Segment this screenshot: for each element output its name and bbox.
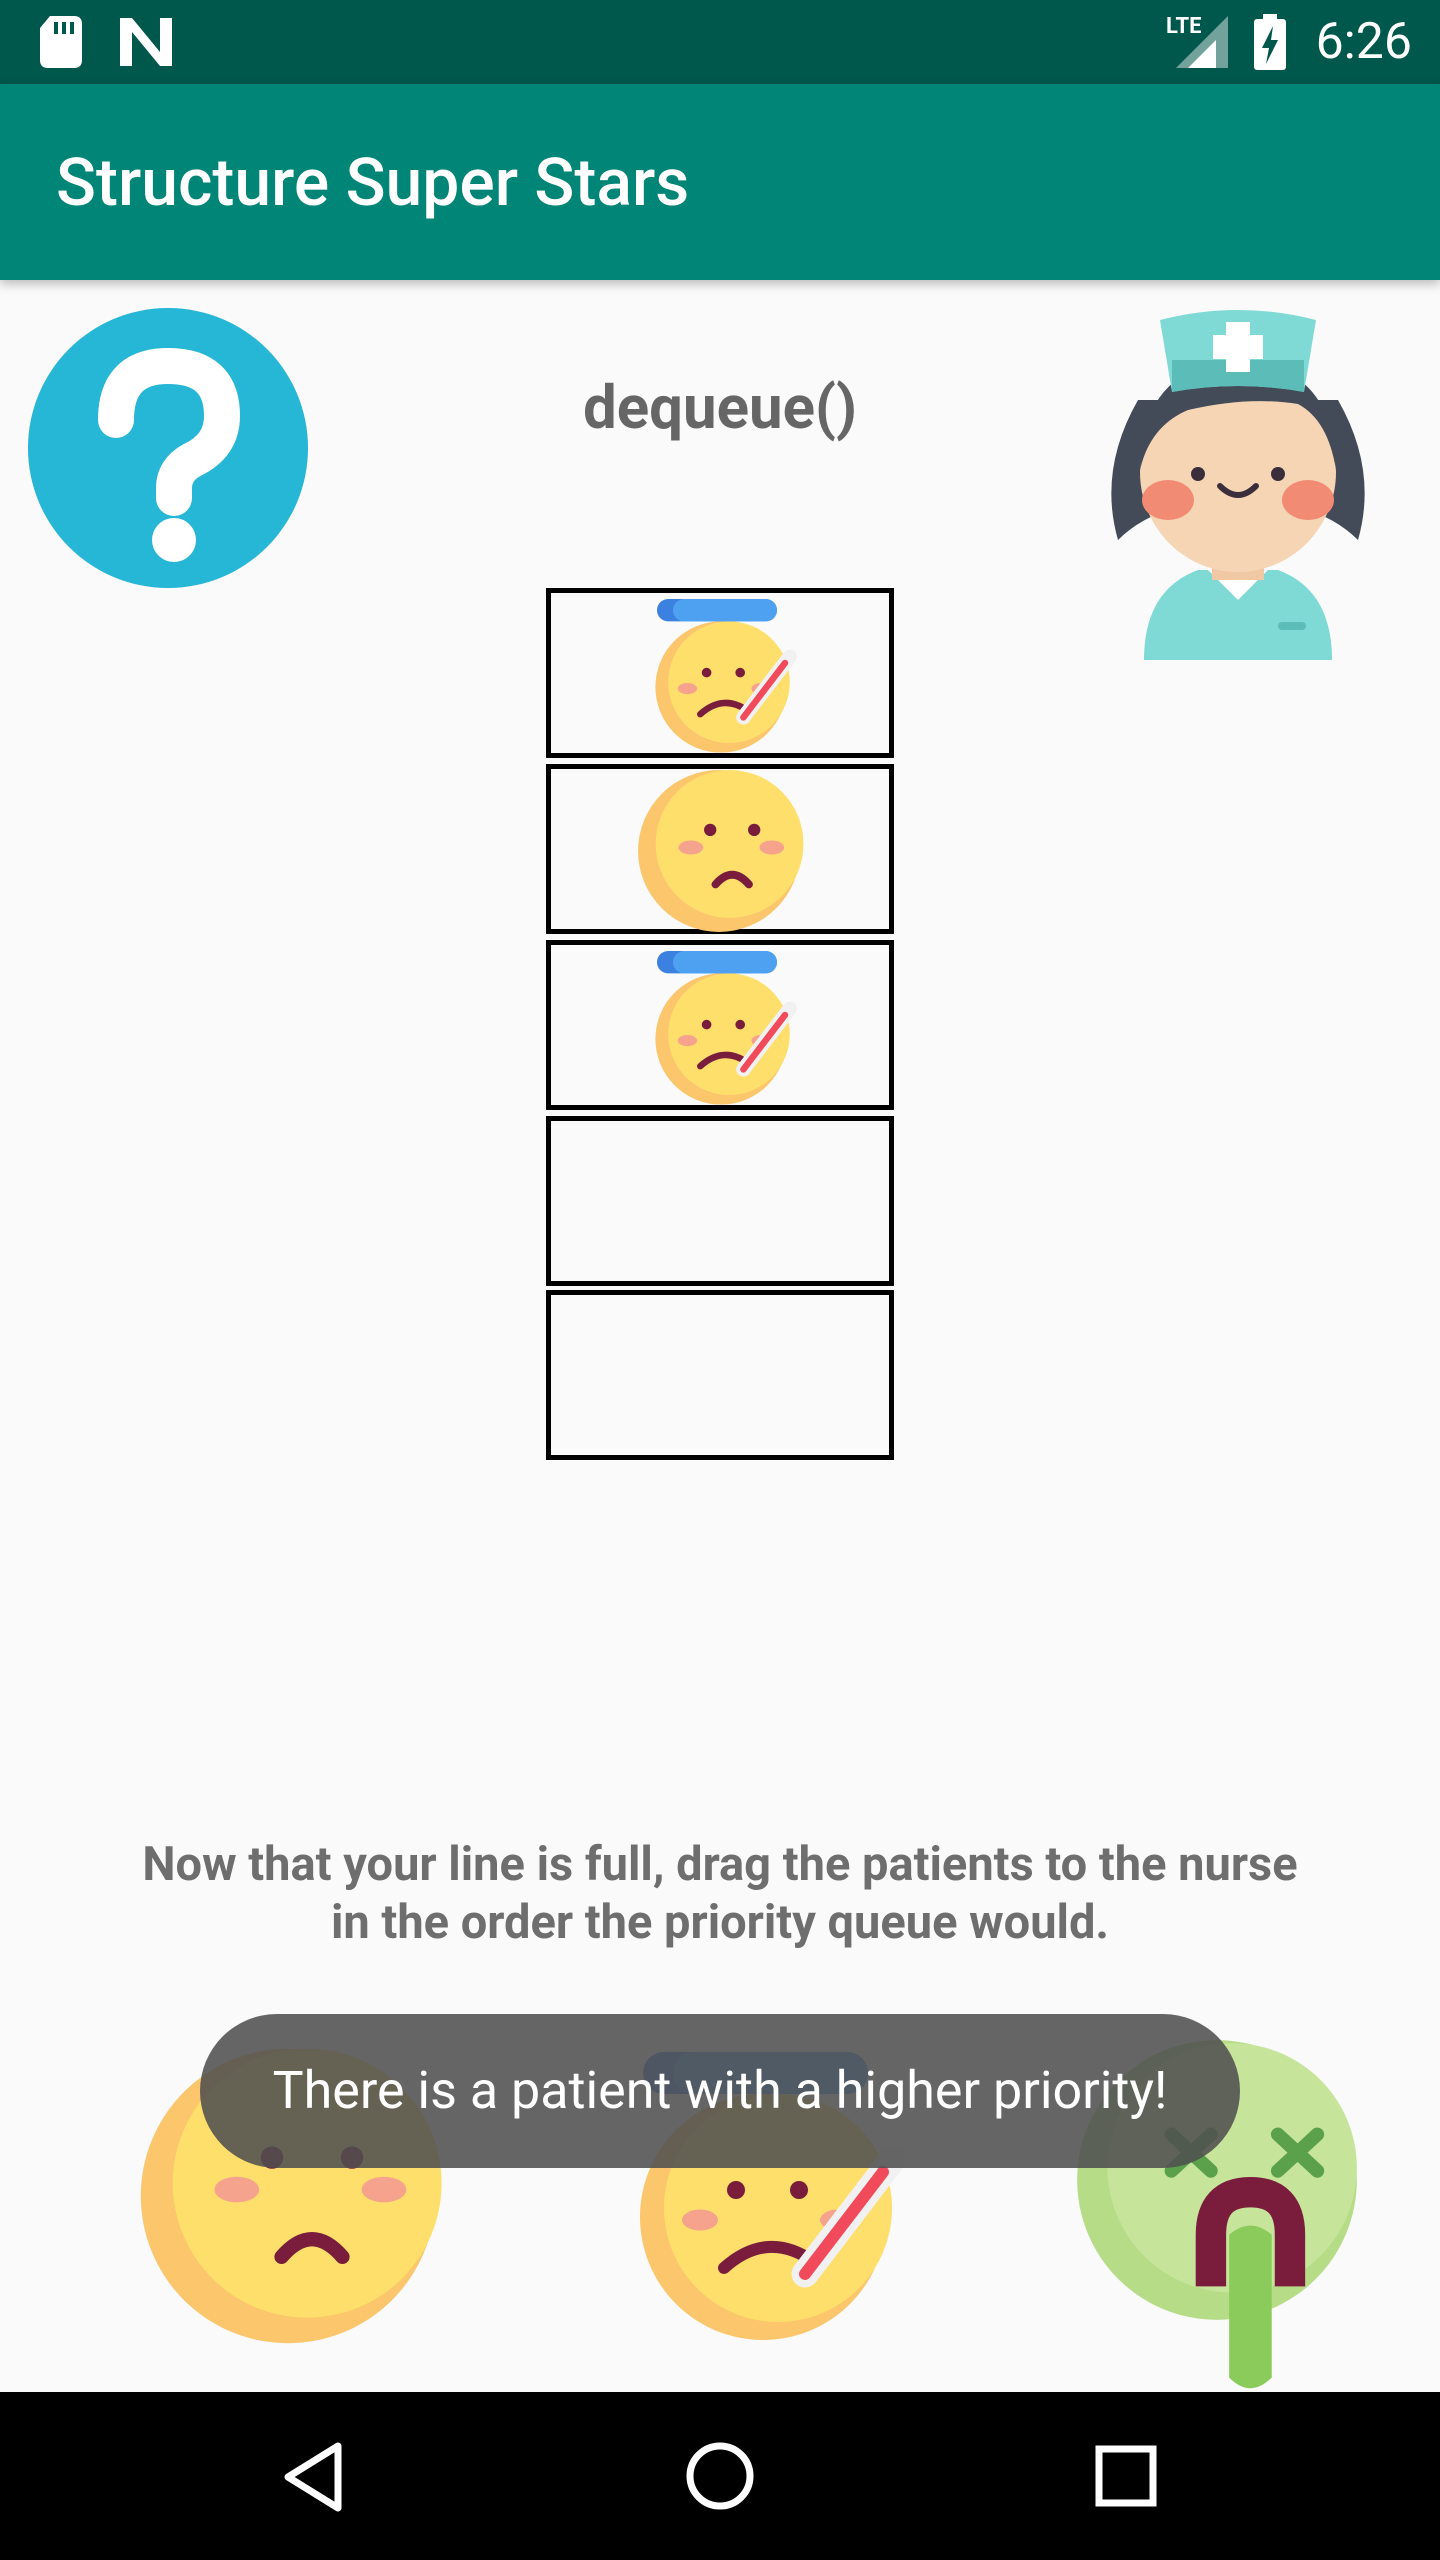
queue-slot[interactable] <box>546 1116 894 1286</box>
queue-slot[interactable] <box>546 1290 894 1460</box>
instruction-text: Now that your line is full, drag the pat… <box>80 1836 1360 1952</box>
toast-text: There is a patient with a higher priorit… <box>272 2060 1168 2121</box>
n-notification-icon <box>120 18 172 66</box>
sad-patient-icon[interactable] <box>631 763 807 939</box>
nurse-icon[interactable] <box>1098 300 1378 660</box>
toast-message: There is a patient with a higher priorit… <box>200 2014 1240 2168</box>
status-bar: LTE 6:26 <box>0 0 1440 84</box>
signal-icon <box>1176 16 1228 68</box>
battery-charging-icon <box>1254 14 1286 70</box>
recents-button[interactable] <box>1094 2444 1158 2508</box>
help-button[interactable] <box>28 308 308 588</box>
app-bar: Structure Super Stars <box>0 84 1440 280</box>
sick-patient-icon[interactable] <box>631 951 811 1111</box>
sd-card-icon <box>40 16 82 68</box>
question-mark-icon <box>98 347 241 562</box>
status-time: 6:26 <box>1315 13 1412 71</box>
home-button[interactable] <box>684 2440 756 2512</box>
queue-slot[interactable] <box>546 940 894 1110</box>
app-title: Structure Super Stars <box>56 145 690 222</box>
queue-slot[interactable] <box>546 764 894 934</box>
instruction-line: in the order the priority queue would. <box>330 1895 1110 1950</box>
instruction-line: Now that your line is full, drag the pat… <box>142 1837 1298 1892</box>
back-button[interactable] <box>280 2442 350 2512</box>
sick-patient-icon[interactable] <box>631 599 811 759</box>
navigation-bar <box>0 2392 1440 2560</box>
queue-slot[interactable] <box>546 588 894 758</box>
